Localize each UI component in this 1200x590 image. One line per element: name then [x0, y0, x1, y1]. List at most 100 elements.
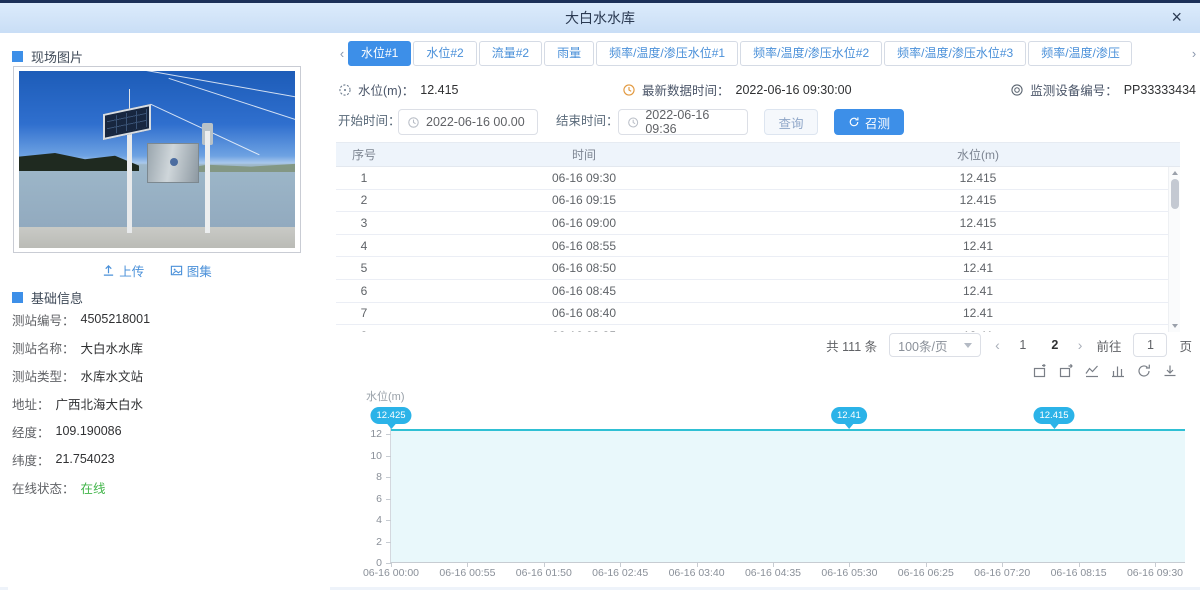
tab-5[interactable]: 频率/温度/渗压水位#1 [596, 41, 738, 66]
line-chart-icon[interactable] [1084, 363, 1100, 379]
upload-label: 上传 [119, 261, 144, 280]
x-tick-mark [544, 563, 545, 567]
info-value: 109.190086 [56, 424, 122, 438]
y-tick-mark [386, 477, 391, 478]
tab-4[interactable]: 雨量 [544, 41, 594, 66]
data-table: 序号时间水位(m) 106-16 09:3012.415206-16 09:15… [336, 142, 1180, 332]
goto-label: 前往 [1096, 336, 1121, 355]
bar-chart-icon[interactable] [1110, 363, 1126, 379]
clock-icon [622, 83, 636, 97]
x-tick-mark [697, 563, 698, 567]
table-cell: 1 [336, 171, 392, 185]
photo-section-header: 现场图片 [12, 47, 83, 66]
table-cell: 8 [336, 329, 392, 332]
photo-shore-left [19, 153, 139, 171]
tab-list: 水位#1水位#2流量#2雨量频率/温度/渗压水位#1频率/温度/渗压水位#2频率… [348, 41, 1188, 66]
gallery-button[interactable]: 图集 [170, 261, 212, 280]
page-number-1[interactable]: 1 [1014, 338, 1032, 352]
table-row[interactable]: 606-16 08:4512.41 [336, 280, 1180, 303]
site-photo[interactable] [13, 66, 301, 253]
tab-3[interactable]: 流量#2 [479, 41, 542, 66]
table-cell: 6 [336, 284, 392, 298]
x-tick-mark [620, 563, 621, 567]
pagination-total: 共 111 条 [826, 336, 877, 355]
info-list: 测站编号：4505218001测站名称：大白水水库测站类型：水库水文站地址：广西… [12, 305, 326, 501]
x-tick-label: 06-16 08:15 [1051, 567, 1107, 579]
info-value: 在线 [81, 478, 106, 497]
data-point-marker[interactable]: 12.41 [831, 407, 867, 429]
clock-icon [627, 116, 639, 129]
marker-tail [1049, 423, 1059, 429]
close-icon[interactable]: × [1171, 3, 1182, 32]
prev-page-icon[interactable]: ‹ [993, 337, 1002, 353]
photo-equipment-cabinet [147, 143, 199, 183]
upload-button[interactable]: 上传 [102, 261, 144, 280]
table-body: 106-16 09:3012.415206-16 09:1512.415306-… [336, 167, 1180, 332]
latest-time-value: 2022-06-16 09:30:00 [736, 83, 852, 97]
page-size-value: 100条/页 [898, 336, 947, 355]
y-tick-mark [386, 542, 391, 543]
page-number-2[interactable]: 2 [1046, 338, 1064, 352]
x-tick-label: 06-16 06:25 [898, 567, 954, 579]
start-time-label: 开始时间： [338, 108, 401, 135]
table-cell: 06-16 08:45 [392, 284, 776, 298]
y-tick-label: 10 [358, 450, 382, 462]
y-tick-label: 6 [358, 493, 382, 505]
table-row[interactable]: 206-16 09:1512.415 [336, 190, 1180, 213]
fetch-button-label: 召测 [865, 113, 890, 132]
tab-7[interactable]: 频率/温度/渗压水位#3 [884, 41, 1026, 66]
scroll-up-icon[interactable] [1172, 171, 1178, 175]
download-icon[interactable] [1162, 363, 1178, 379]
scroll-down-icon[interactable] [1172, 324, 1178, 328]
y-tick-mark [386, 499, 391, 500]
info-row: 纬度：21.754023 [12, 445, 326, 473]
table-row[interactable]: 406-16 08:5512.41 [336, 235, 1180, 258]
marker-label: 12.41 [831, 407, 867, 424]
table-row[interactable]: 506-16 08:5012.41 [336, 257, 1180, 280]
table-row[interactable]: 106-16 09:3012.415 [336, 167, 1180, 190]
tab-2[interactable]: 水位#2 [413, 41, 476, 66]
tabs-next-icon[interactable]: › [1188, 46, 1200, 61]
table-cell: 06-16 08:40 [392, 306, 776, 320]
zoom-reset-icon[interactable] [1058, 363, 1074, 379]
y-tick-label: 12 [358, 428, 382, 440]
clock-icon [407, 116, 420, 129]
next-page-icon[interactable]: › [1076, 337, 1085, 353]
chart-y-axis-title: 水位(m) [366, 388, 405, 404]
info-row: 在线状态：在线 [12, 473, 326, 501]
modal-titlebar: 大白水水库 × [0, 3, 1200, 33]
restore-icon[interactable] [1136, 363, 1152, 379]
tab-8[interactable]: 频率/温度/渗压 [1028, 41, 1132, 66]
end-time-input[interactable]: 2022-06-16 09:36 [618, 109, 748, 135]
table-cell: 12.41 [776, 239, 1180, 253]
goto-page-input[interactable]: 1 [1133, 333, 1167, 357]
query-button[interactable]: 查询 [764, 109, 818, 135]
data-zoom-icon[interactable] [1032, 363, 1048, 379]
data-point-marker[interactable]: 12.415 [1033, 407, 1074, 429]
main-panel: ‹ 水位#1水位#2流量#2雨量频率/温度/渗压水位#1频率/温度/渗压水位#2… [336, 33, 1200, 590]
info-row: 测站类型：水库水文站 [12, 361, 326, 389]
tab-6[interactable]: 频率/温度/渗压水位#2 [740, 41, 882, 66]
info-value: 21.754023 [56, 452, 115, 466]
start-time-input[interactable]: 2022-06-16 00.00 [398, 109, 538, 135]
tab-1[interactable]: 水位#1 [348, 41, 411, 66]
water-level-summary: 水位(m)： 12.415 [338, 80, 458, 99]
table-scrollbar[interactable] [1168, 167, 1180, 332]
device-id-value: PP33333434 [1124, 83, 1196, 97]
chart-plot-area[interactable]: 02468101206-16 00:0006-16 00:5506-16 01:… [390, 424, 1185, 563]
table-row[interactable]: 706-16 08:4012.41 [336, 303, 1180, 326]
info-row: 测站名称：大白水水库 [12, 333, 326, 361]
fetch-button[interactable]: 召测 [834, 109, 904, 135]
info-label: 测站名称： [12, 338, 75, 357]
site-photo-image [19, 71, 295, 248]
data-point-marker[interactable]: 12.425 [370, 407, 411, 429]
x-tick-label: 06-16 01:50 [516, 567, 572, 579]
table-row[interactable]: 306-16 09:0012.415 [336, 212, 1180, 235]
tabs-prev-icon[interactable]: ‹ [336, 46, 348, 61]
photo-shore-right [185, 163, 295, 172]
page-size-select[interactable]: 100条/页 [889, 333, 981, 357]
table-row[interactable]: 806-16 08:3512.41 [336, 325, 1180, 332]
scrollbar-thumb[interactable] [1171, 179, 1179, 209]
marker-tail [844, 423, 854, 429]
chevron-down-icon [964, 343, 972, 348]
